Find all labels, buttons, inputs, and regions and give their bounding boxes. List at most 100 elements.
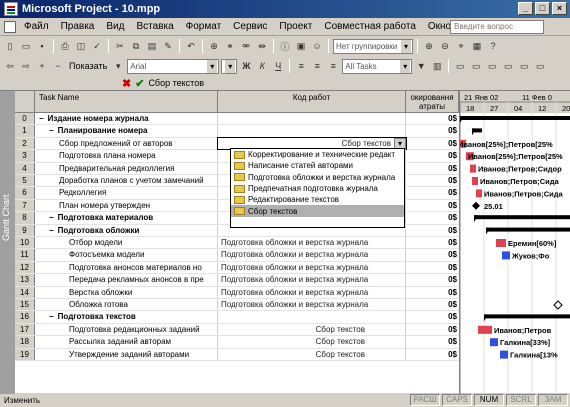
task-name-cell[interactable]: − Издание номера журнала (35, 113, 218, 125)
column-header-code[interactable]: Код работ (218, 91, 406, 113)
cost-cell[interactable]: 0$ (406, 113, 459, 124)
undo-icon[interactable]: ↶ (184, 39, 198, 53)
show-dropdown-icon[interactable]: ▾ (111, 59, 125, 73)
row-id[interactable]: 11 (15, 249, 35, 261)
task-name-cell[interactable]: Редколлегия (35, 187, 218, 199)
cost-cell[interactable]: 0$ (406, 274, 459, 285)
view-4-icon[interactable]: ▭ (501, 59, 515, 73)
cost-cell[interactable]: 0$ (406, 125, 459, 136)
task-name-cell[interactable]: Сбор предложений от авторов (35, 137, 218, 150)
row-id[interactable]: 6 (15, 187, 35, 199)
cost-cell[interactable]: 0$ (406, 163, 459, 174)
new-icon[interactable]: ▯ (3, 39, 17, 53)
code-cell[interactable]: Сбор текстов (218, 336, 406, 348)
collapse-icon[interactable]: − (49, 226, 54, 235)
table-row[interactable]: 15 Обложка готова Подготовка обложки и вер… (15, 299, 459, 312)
dropdown-item[interactable]: Предпечатная подготовка журнала (231, 183, 404, 194)
code-dropdown-list[interactable]: Корректирование и технические редакт Напи… (230, 148, 405, 228)
table-row[interactable]: 11 Фотосъемка модели Подготовка обложки и … (15, 249, 459, 262)
row-id[interactable]: 12 (15, 261, 35, 274)
italic-icon[interactable]: К (255, 59, 269, 73)
minimize-button[interactable]: _ (518, 2, 533, 15)
row-id[interactable]: 3 (15, 150, 35, 162)
menu-item-3[interactable]: Вставка (130, 21, 179, 32)
row-id[interactable]: 7 (15, 199, 35, 212)
task-notes-icon[interactable]: ▣ (294, 39, 308, 53)
task-name-cell[interactable]: Передача рекламных анонсов в пре (35, 274, 218, 286)
task-name-cell[interactable]: − Подготовка материалов (35, 212, 218, 224)
view-1-icon[interactable]: ▭ (453, 59, 467, 73)
menu-item-1[interactable]: Правка (55, 21, 101, 32)
arrow-left-icon[interactable]: ⇦ (3, 59, 17, 73)
code-cell[interactable]: Подготовка обложки и верстка журнала (218, 274, 406, 286)
accept-entry-icon[interactable]: ✔ (135, 77, 144, 90)
code-cell[interactable] (218, 113, 406, 125)
cost-cell[interactable]: 0$ (406, 225, 459, 236)
dropdown-item[interactable]: Редактирование текстов (231, 194, 404, 205)
assign-resources-icon[interactable]: ☺ (310, 39, 324, 53)
table-row[interactable]: 1− Планирование номера 0$ (15, 125, 459, 138)
group-by-combo[interactable]: Нет группировки (333, 38, 413, 54)
dropdown-item[interactable]: Написание статей авторами (231, 160, 404, 171)
table-row[interactable]: 17 Подготовка редакционных заданий Сбор те… (15, 323, 459, 337)
row-id[interactable]: 16 (15, 311, 35, 323)
help-icon[interactable]: ? (486, 39, 500, 53)
view-bar[interactable]: Gantt Chart (0, 91, 15, 394)
code-cell[interactable]: Сбор текстов (218, 323, 406, 336)
view-5-icon[interactable]: ▭ (517, 59, 531, 73)
view-3-icon[interactable]: ▭ (485, 59, 499, 73)
cost-cell[interactable]: 0$ (406, 349, 459, 360)
save-icon[interactable]: ▪ (35, 39, 49, 53)
goto-task-icon[interactable]: ⌖ (454, 39, 468, 53)
cost-cell[interactable]: 0$ (406, 150, 459, 161)
menu-item-0[interactable]: Файл (18, 21, 55, 32)
table-row[interactable]: 14 Верстка обложки Подготовка обложки и ве… (15, 286, 459, 299)
row-id[interactable]: 1 (15, 125, 35, 137)
row-id[interactable]: 17 (15, 323, 35, 336)
print-icon[interactable]: ⎙ (58, 39, 72, 53)
row-id[interactable]: 4 (15, 162, 35, 174)
hyperlink-icon[interactable]: ⊕ (207, 39, 221, 53)
cost-cell[interactable]: 0$ (406, 287, 459, 298)
cost-cell[interactable]: 0$ (406, 212, 459, 223)
task-name-cell[interactable]: − Подготовка текстов (35, 311, 218, 323)
task-info-icon[interactable]: ⓘ (278, 39, 292, 53)
row-header-corner[interactable] (15, 91, 35, 113)
document-icon[interactable] (4, 20, 16, 33)
row-id[interactable]: 14 (15, 286, 35, 298)
cost-cell[interactable]: 0$ (406, 237, 459, 248)
underline-icon[interactable]: Ч (271, 59, 285, 73)
plus-icon[interactable]: + (35, 59, 49, 73)
code-cell[interactable]: Сбор текстов (218, 348, 406, 360)
dropdown-item[interactable]: Подготовка обложки и верстка журнала (231, 172, 404, 183)
menu-item-6[interactable]: Проект (273, 21, 318, 32)
font-size-combo[interactable] (221, 58, 238, 74)
open-icon[interactable]: ▭ (19, 39, 33, 53)
split-task-icon[interactable]: ⇹ (255, 39, 269, 53)
align-right-icon[interactable]: ≡ (326, 59, 340, 73)
code-cell[interactable]: Подготовка обложки и верстка журнала (218, 299, 406, 311)
unlink-tasks-icon[interactable]: ⚮ (239, 39, 253, 53)
row-id[interactable]: 0 (15, 113, 35, 125)
code-cell[interactable] (218, 311, 406, 323)
cost-cell[interactable]: 0$ (406, 138, 459, 149)
cut-icon[interactable]: ✂ (113, 39, 127, 53)
task-name-cell[interactable]: Подготовка анонсов материалов но (35, 261, 218, 274)
row-id[interactable]: 5 (15, 175, 35, 187)
table-row[interactable]: 12 Подготовка анонсов материалов но Подгот… (15, 261, 459, 275)
spelling-icon[interactable]: ✓ (90, 39, 104, 53)
cost-cell[interactable]: 0$ (406, 324, 459, 335)
task-name-cell[interactable]: Рассылка заданий авторам (35, 336, 218, 348)
row-id[interactable]: 13 (15, 274, 35, 286)
entry-value[interactable]: Сбор текстов (148, 78, 204, 88)
task-name-cell[interactable]: Подготовка плана номера (35, 150, 218, 162)
view-6-icon[interactable]: ▭ (533, 59, 547, 73)
collapse-icon[interactable]: − (49, 312, 54, 321)
copy-picture-icon[interactable]: ▦ (470, 39, 484, 53)
column-header-cost[interactable]: окировання атраты (406, 91, 459, 113)
collapse-icon[interactable]: − (49, 213, 54, 222)
menu-item-5[interactable]: Сервис (227, 21, 273, 32)
cost-cell[interactable]: 0$ (406, 200, 459, 211)
zoom-out-icon[interactable]: ⊖ (438, 39, 452, 53)
gantt-wizard-icon[interactable]: ▥ (430, 59, 444, 73)
